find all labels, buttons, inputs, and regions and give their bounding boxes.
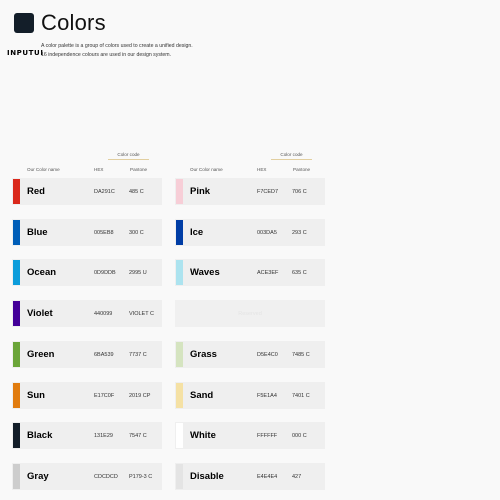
color-pantone-value: 7401 C [292, 392, 310, 399]
color-pantone-value: 7547 C [129, 433, 147, 440]
color-code-group-label: Color code [108, 152, 149, 160]
brand-logo: INPUTUI [7, 49, 44, 57]
header-color-swatch [14, 13, 34, 33]
color-pantone-value: 427 [292, 473, 302, 480]
color-hex-value: E17C0F [94, 392, 115, 399]
color-row-grass: Grass D5E4C0 7485 C [175, 340, 325, 368]
color-row-black: Black 131E29 7547 C [12, 422, 162, 450]
color-name: Waves [190, 267, 220, 279]
color-hex-value: 005EB8 [94, 229, 114, 236]
color-swatch [176, 219, 183, 245]
color-pantone-value: 000 C [292, 433, 307, 440]
color-pantone-value: 635 C [292, 270, 307, 277]
color-swatch [13, 341, 20, 367]
color-name: Ocean [27, 267, 57, 279]
header-color-name: Our Color name [190, 167, 223, 172]
color-swatch [176, 423, 183, 449]
color-swatch [13, 463, 20, 489]
color-name: Black [27, 430, 53, 442]
color-hex-value: 003DA5 [257, 229, 277, 236]
color-name: Violet [27, 308, 53, 320]
color-pantone-value: VIOLET C [129, 311, 154, 318]
reserved-placeholder: Reserved [238, 311, 262, 318]
color-pantone-value: 300 C [129, 229, 144, 236]
color-name: Red [27, 186, 45, 197]
page-title: Colors [41, 10, 106, 35]
color-swatch [13, 260, 20, 286]
color-pantone-value: 293 C [292, 229, 307, 236]
color-column-left: Color code Our Color name HEX Pantone Re… [12, 150, 162, 490]
color-swatch [176, 341, 183, 367]
header-hex: HEX [94, 167, 104, 172]
color-hex-value: 440099 [94, 311, 113, 318]
color-name: Ice [190, 226, 204, 238]
color-swatch [13, 179, 20, 204]
color-pantone-value: 2019 CP [129, 392, 151, 399]
column-header: Color code Our Color name HEX Pantone [175, 150, 325, 178]
color-swatch [13, 219, 20, 245]
color-row-ocean: Ocean 0D9DDB 2995 U [12, 259, 162, 287]
color-row-white: White FFFFFF 000 C [175, 422, 325, 450]
color-row-violet: Violet 440099 VIOLET C [12, 300, 162, 328]
color-hex-value: ACE3EF [257, 270, 279, 277]
color-swatch [13, 301, 20, 327]
color-row-green: Green 6BA539 7737 C [12, 340, 162, 368]
color-row-sun: Sun E17C0F 2019 CP [12, 381, 162, 409]
color-row-sand: Sand F5E1A4 7401 C [175, 381, 325, 409]
header-hex: HEX [257, 167, 267, 172]
color-row-ice: Ice 003DA5 293 C [175, 218, 325, 246]
color-pantone-value: 485 C [129, 189, 144, 195]
color-name: Gray [27, 470, 49, 482]
color-pantone-value: 7737 C [129, 351, 147, 358]
color-name: Blue [27, 226, 48, 238]
color-name: Sun [27, 389, 45, 401]
color-swatch [13, 382, 20, 408]
color-row-pink: Pink F7CED7 706 C [175, 178, 325, 205]
color-code-group-label: Color code [271, 152, 312, 160]
column-header: Color code Our Color name HEX Pantone [12, 150, 162, 178]
color-name: Pink [190, 186, 211, 197]
color-column-right: Color code Our Color name HEX Pantone Pi… [175, 150, 325, 490]
color-hex-value: F5E1A4 [257, 392, 277, 399]
color-pantone-value: 706 C [292, 189, 307, 195]
header-pantone: Pantone [293, 167, 311, 172]
color-pantone-value: 7485 C [292, 351, 310, 358]
color-swatch [176, 260, 183, 286]
color-swatch [13, 423, 20, 449]
color-name: Sand [190, 389, 214, 401]
header-pantone: Pantone [130, 167, 148, 172]
description-line-2: 16 independence colours are used in our … [41, 52, 172, 58]
color-name: White [190, 430, 216, 442]
color-swatch [176, 382, 183, 408]
color-pantone-value: P179-3 C [129, 473, 153, 480]
color-hex-value: 6BA539 [94, 351, 114, 358]
color-hex-value: CDCDCD [94, 473, 118, 480]
color-hex-value: DA291C [94, 189, 115, 195]
color-hex-value: E4E4E4 [257, 473, 278, 480]
color-swatch [176, 463, 183, 489]
color-hex-value: FFFFFF [257, 433, 278, 440]
description-line-1: A color palette is a group of colors use… [41, 43, 193, 49]
header-color-name: Our Color name [27, 167, 60, 172]
color-row-gray: Gray CDCDCD P179-3 C [12, 462, 162, 490]
color-row-blue: Blue 005EB8 300 C [12, 218, 162, 246]
color-hex-value: 0D9DDB [94, 270, 116, 277]
color-hex-value: D5E4C0 [257, 351, 278, 358]
color-name: Green [27, 348, 55, 360]
color-row-red: Red DA291C 485 C [12, 178, 162, 205]
color-hex-value: 131E29 [94, 433, 113, 440]
color-name: Disable [190, 470, 224, 482]
color-name: Grass [190, 348, 217, 360]
color-pantone-value: 2995 U [129, 270, 147, 277]
color-row-waves: Waves ACE3EF 635 C [175, 259, 325, 287]
color-row-reserved: Reserved [175, 300, 325, 328]
color-row-disable: Disable E4E4E4 427 [175, 462, 325, 490]
color-hex-value: F7CED7 [257, 189, 279, 195]
color-swatch [176, 179, 183, 204]
